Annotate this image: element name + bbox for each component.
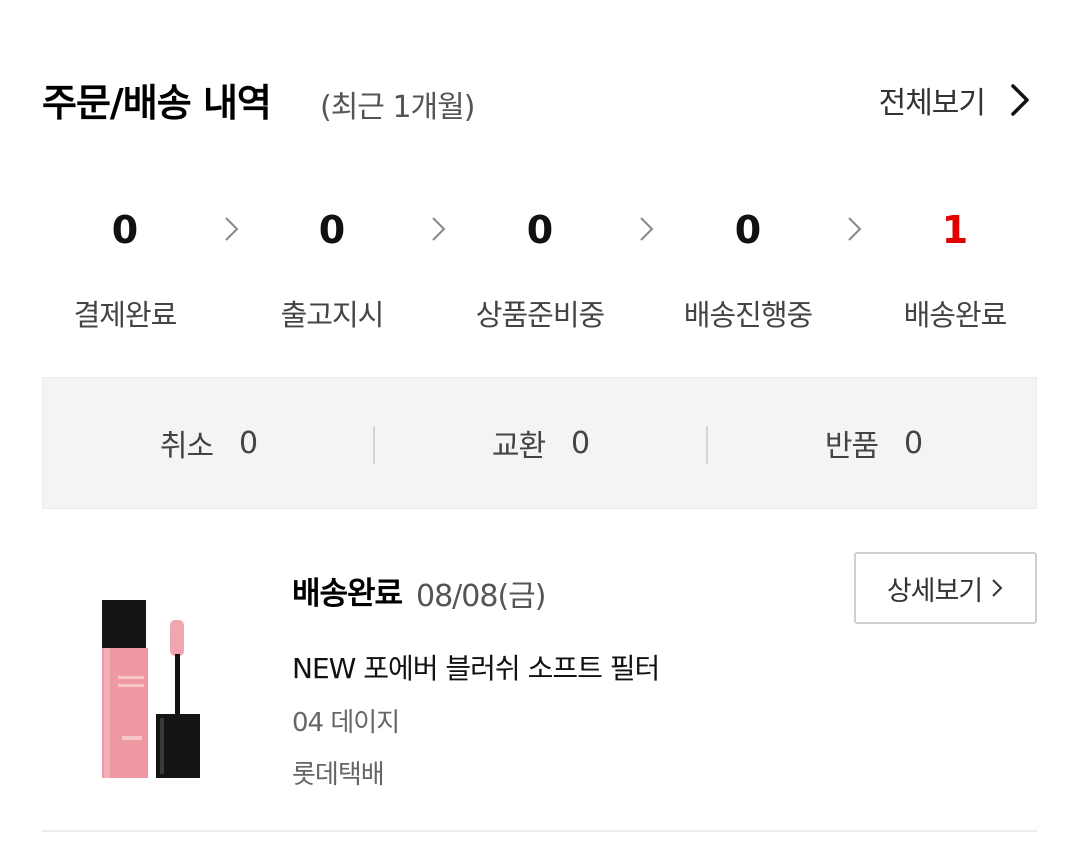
step-count: 0 [526, 208, 554, 252]
product-image[interactable] [100, 596, 218, 782]
view-details-button[interactable]: 상세보기 [854, 552, 1037, 624]
step-in-transit[interactable]: 0 배송진행중 [643, 200, 853, 334]
claim-return[interactable]: 반품 0 [708, 378, 1039, 508]
order-status: 배송완료 [292, 576, 403, 612]
step-delivered[interactable]: 1 배송완료 [850, 200, 1060, 334]
step-shipping-ordered[interactable]: 0 출고지시 [227, 200, 437, 334]
step-count: 1 [941, 208, 969, 252]
view-details-label: 상세보기 [886, 575, 983, 607]
step-label: 결제완료 [73, 298, 178, 332]
product-name[interactable]: NEW 포에버 블러쉬 소프트 필터 [292, 647, 660, 687]
order-date: 08/08(금) [416, 579, 546, 614]
step-label: 출고지시 [280, 298, 385, 332]
step-label: 배송완료 [903, 298, 1008, 332]
step-count: 0 [318, 208, 346, 252]
view-all-link[interactable]: 전체보기 [879, 78, 1037, 122]
order-item: 배송완료 08/08(금) 상세보기 NEW 포에버 블러쉬 소프트 필터 04… [42, 550, 1037, 790]
courier-name: 롯데택배 [292, 760, 385, 790]
view-all-label: 전체보기 [878, 86, 986, 121]
step-label: 배송진행중 [683, 298, 813, 332]
claim-label: 교환 [491, 429, 546, 464]
step-payment-complete[interactable]: 0 결제완료 [20, 200, 230, 334]
order-status-steps: 0 결제완료 0 출고지시 0 상품준비중 0 배송진행중 1 배송완료 [20, 200, 1060, 350]
page-title: 주문/배송 내역 [42, 81, 272, 125]
claim-count: 0 [571, 425, 590, 461]
claim-count: 0 [239, 425, 258, 461]
period-subtitle: (최근 1개월) [320, 90, 475, 125]
claim-exchange[interactable]: 교환 0 [375, 378, 706, 508]
step-count: 0 [111, 208, 139, 252]
step-label: 상품준비중 [475, 298, 605, 332]
claim-label: 반품 [824, 429, 879, 464]
claims-summary-panel: 취소 0 교환 0 반품 0 [42, 377, 1037, 509]
product-option: 04 데이지 [292, 708, 400, 738]
chevron-right-icon [1003, 83, 1037, 117]
divider [42, 830, 1037, 832]
step-preparing[interactable]: 0 상품준비중 [435, 200, 645, 334]
chevron-right-icon [990, 577, 1004, 599]
step-count: 0 [734, 208, 762, 252]
claim-count: 0 [904, 425, 923, 461]
claim-label: 취소 [159, 429, 214, 464]
claim-cancel[interactable]: 취소 0 [43, 378, 374, 508]
order-history-header: 주문/배송 내역 (최근 1개월) 전체보기 [42, 72, 1037, 128]
